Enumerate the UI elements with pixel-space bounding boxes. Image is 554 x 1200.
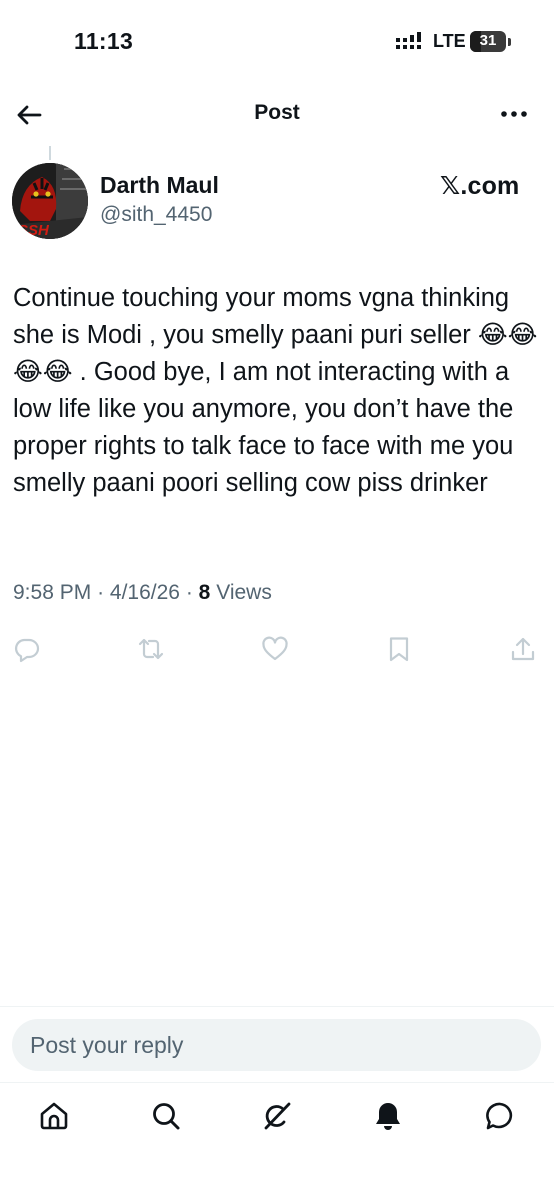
battery-level: 31 — [479, 32, 497, 49]
views-label: Views — [216, 581, 272, 604]
search-icon — [153, 1103, 180, 1130]
source-label: 𝕏.com — [440, 172, 520, 200]
post-text: Continue touching your moms vgna thinkin… — [13, 284, 538, 497]
grok-icon — [264, 1102, 291, 1130]
reply-icon — [14, 638, 40, 663]
battery-nub — [508, 38, 511, 46]
avatar[interactable]: SSH — [12, 163, 88, 239]
nav-home[interactable] — [38, 1100, 70, 1132]
nav-divider — [0, 1082, 554, 1083]
nav-messages[interactable] — [484, 1100, 516, 1132]
bookmark-icon — [389, 637, 409, 662]
notifications-icon — [376, 1103, 400, 1130]
post-meta: 9:58 PM · 4/16/26 · 8 Views — [13, 581, 272, 605]
repost-icon — [138, 638, 164, 660]
reply-divider — [0, 1006, 554, 1007]
battery-icon: 31 — [470, 31, 506, 52]
meta-separator: · — [97, 581, 105, 604]
bookmark-button[interactable] — [385, 635, 413, 663]
status-time: 11:13 — [74, 28, 134, 54]
page-title: Post — [254, 101, 300, 124]
share-icon — [511, 637, 535, 661]
thread-line — [49, 146, 51, 160]
post-time: 9:58 PM — [13, 581, 92, 604]
like-button[interactable] — [261, 635, 289, 663]
reply-placeholder: Post your reply — [30, 1032, 184, 1058]
share-button[interactable] — [509, 635, 537, 663]
user-handle[interactable]: @sith_4450 — [100, 203, 212, 227]
avatar-text: SSH — [18, 222, 50, 239]
reply-button[interactable] — [13, 635, 41, 663]
meta-separator-2: · — [185, 581, 193, 604]
more-horizontal-icon[interactable] — [499, 106, 529, 122]
messages-icon — [486, 1102, 513, 1130]
nav-grok[interactable] — [261, 1100, 293, 1132]
post-date: 4/16/26 — [109, 581, 180, 604]
avatar-image: SSH — [12, 163, 88, 239]
display-name[interactable]: Darth Maul — [100, 172, 219, 199]
home-icon — [40, 1102, 68, 1130]
like-icon — [262, 636, 288, 661]
signal-icon — [396, 32, 421, 49]
nav-search[interactable] — [150, 1100, 182, 1132]
repost-button[interactable] — [137, 635, 165, 663]
network-label: LTE — [433, 31, 466, 51]
views-count: 8 — [198, 581, 211, 604]
nav-notifications[interactable] — [372, 1100, 404, 1132]
